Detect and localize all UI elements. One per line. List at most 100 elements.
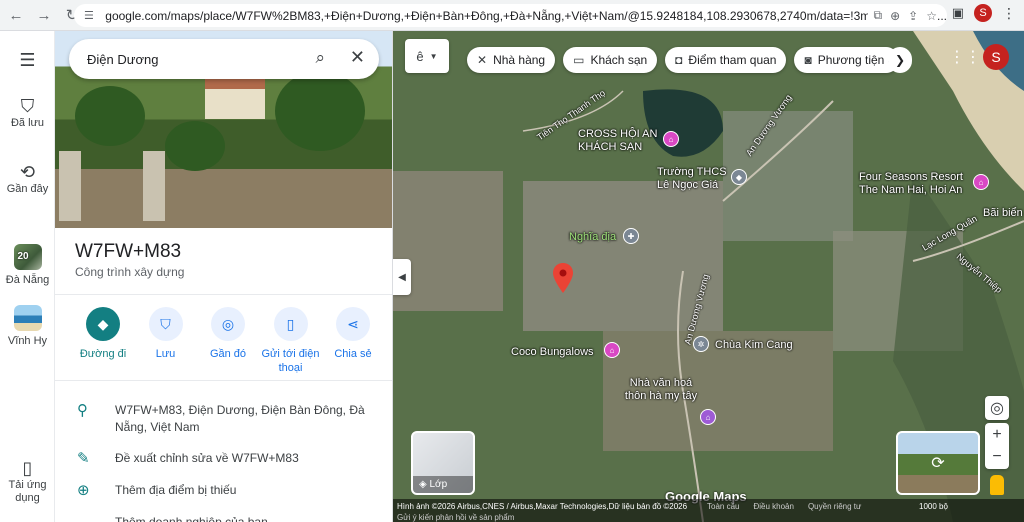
save-button[interactable]: ⛉ Lưu <box>136 307 196 375</box>
send-to-phone-icon: ▯ <box>273 307 308 341</box>
forward-icon[interactable]: → <box>32 3 56 27</box>
hotel-poi-icon[interactable]: ⌂ <box>604 342 620 358</box>
search-icon[interactable]: ⌕ <box>315 48 325 68</box>
poi-label[interactable]: Bãi biển <box>983 207 1023 220</box>
layers-text: Lớp <box>429 479 448 490</box>
scale-bar[interactable]: 1000 bộ <box>919 502 948 511</box>
saved-button[interactable]: ⛉ Đã lưu <box>0 95 55 129</box>
zoom-in-icon[interactable]: + <box>992 424 1001 446</box>
footer-links: Toàn cầu Điều khoản Quyền riêng tư <box>707 502 861 511</box>
recent-place-danang[interactable]: 20 Đà Nẵng <box>0 244 55 286</box>
chip-restaurants[interactable]: ✕ Nhà hàng <box>467 47 556 73</box>
recent-place-vinhhy[interactable]: Vĩnh Hy <box>0 305 55 347</box>
chips-next-button[interactable]: ❯ <box>888 47 912 73</box>
danang-label: Đà Nẵng <box>5 274 50 286</box>
poi-label[interactable]: Trường THCS Lê Ngọc Giá <box>657 166 737 192</box>
browser-right-controls: ▣ S ⋮ <box>952 4 1016 22</box>
place-title: W7FW+M83 <box>75 241 182 262</box>
address-text: W7FW+M83, Điện Dương, Điện Bàn Đông, Đà … <box>115 403 365 434</box>
chip-label: Nhà hàng <box>493 53 546 67</box>
place-category[interactable]: Công trình xây dựng <box>75 265 184 279</box>
back-icon[interactable]: ← <box>4 3 28 27</box>
cemetery-poi-icon[interactable]: ✚ <box>623 228 639 244</box>
share-page-icon[interactable]: ⇪ <box>908 9 918 23</box>
zoom-controls: + − <box>985 423 1009 469</box>
poi-label[interactable]: Nhà văn hoá thôn hà my tây <box>621 377 701 403</box>
poi-label[interactable]: Coco Bungalows <box>511 346 594 359</box>
account-avatar[interactable]: S <box>983 44 1009 70</box>
zoom-out-icon[interactable]: − <box>992 446 1001 468</box>
location-pin-icon[interactable] <box>553 263 573 293</box>
install-icon[interactable]: ⧉ <box>874 8 883 23</box>
share-label: Chia sẻ <box>334 348 372 360</box>
nearby-label: Gần đó <box>209 348 247 360</box>
suggest-edit-text: Đề xuất chỉnh sửa về W7FW+M83 <box>115 451 299 465</box>
omnibox-actions: ⧉ ⊕ ⇪ ☆ <box>867 4 937 27</box>
chip-label: Điểm tham quan <box>688 53 777 67</box>
browser-menu-icon[interactable]: ⋮ <box>1002 5 1016 22</box>
suggest-edit-row[interactable]: ✎ Đề xuất chỉnh sửa về W7FW+M83 <box>77 450 377 467</box>
search-input[interactable]: Điện Dương ⌕ ✕ <box>69 39 379 79</box>
share-button[interactable]: ⋖ Chia sẻ <box>323 307 383 375</box>
saved-label: Đã lưu <box>10 117 45 129</box>
poi-label[interactable]: Four Seasons Resort The Nam Hai, Hoi An <box>859 171 969 197</box>
street-view-thumbnail[interactable]: ⟳ <box>896 431 980 495</box>
feedback-link[interactable]: Gửi ý kiến phản hồi về sản phẩm <box>397 513 514 522</box>
layers-button[interactable]: ◈ Lớp <box>411 431 475 495</box>
send-to-phone-button[interactable]: ▯ Gửi tới điện thoại <box>261 307 321 375</box>
add-business-text: Thêm doanh nghiệp của bạn <box>115 515 268 522</box>
camera-icon: ◘ <box>675 53 683 67</box>
temple-poi-icon[interactable]: ✲ <box>693 336 709 352</box>
pegman-icon[interactable] <box>990 475 1004 495</box>
directions-button[interactable]: ◆ Đường đi <box>73 307 133 375</box>
footer-link-privacy[interactable]: Quyền riêng tư <box>808 502 861 511</box>
community-house-poi-icon[interactable]: ⌂ <box>700 409 716 425</box>
chip-transit[interactable]: ◙ Phương tiện c <box>794 47 900 73</box>
photo-pillar <box>59 151 81 221</box>
hotel-poi-icon[interactable]: ⌂ <box>973 174 989 190</box>
add-missing-place-row[interactable]: ⊕ Thêm địa điểm bị thiếu <box>77 482 377 499</box>
restaurant-icon: ✕ <box>477 53 488 67</box>
poi-label[interactable]: Nghĩa địa <box>569 231 616 244</box>
sidepanel-icon[interactable]: ▣ <box>952 5 964 21</box>
send-to-phone-label: Gửi tới điện thoại <box>261 348 320 374</box>
profile-avatar[interactable]: S <box>974 4 992 22</box>
share-icon: ⋖ <box>336 307 370 341</box>
my-location-button[interactable]: ◎ <box>985 396 1009 420</box>
address-bar[interactable]: ☰ google.com/maps/place/W7FW%2BM83,+Điện… <box>74 4 947 27</box>
footer-link-terms[interactable]: Điều khoản <box>753 502 793 511</box>
nearby-button[interactable]: ◎ Gần đó <box>198 307 258 375</box>
bookmark-star-icon[interactable]: ☆ <box>926 9 937 23</box>
chevron-left-icon: ◀ <box>398 271 406 283</box>
map-type-button[interactable]: ê ▼ <box>405 39 449 73</box>
get-app-button[interactable]: ▯ Tải ứng dụng <box>0 457 55 505</box>
zoom-icon[interactable]: ⊕ <box>890 9 900 23</box>
school-poi-icon[interactable]: ◆ <box>731 169 747 185</box>
rotate-360-icon: ⟳ <box>931 455 945 472</box>
collapse-panel-button[interactable]: ◀ <box>393 259 411 295</box>
map-type-label: ê <box>416 48 424 64</box>
close-icon[interactable]: ✕ <box>350 47 365 68</box>
layers-icon: ◈ <box>419 479 430 490</box>
menu-button[interactable]: ☰ <box>0 49 55 71</box>
layers-label: ◈ Lớp <box>413 476 473 493</box>
get-app-label: Tải ứng dụng <box>8 479 47 504</box>
storefront-icon: ▬ <box>77 514 115 522</box>
map-footer: Hình ảnh ©2026 Airbus,CNES / Airbus,Maxa… <box>393 499 1024 522</box>
bookmark-icon: ⛉ <box>148 307 183 341</box>
hotel-poi-icon[interactable]: ⌂ <box>663 131 679 147</box>
location-pin-icon: ⚲ <box>77 402 88 419</box>
add-business-row[interactable]: ▬ Thêm doanh nghiệp của bạn <box>77 514 377 522</box>
vinhhy-label: Vĩnh Hy <box>7 335 48 347</box>
poi-label[interactable]: Chùa Kim Cang <box>715 339 793 352</box>
map-canvas[interactable]: ê ▼ ◀ ✕ Nhà hàng ▭ Khách sạn ◘ Điểm tham… <box>393 31 1024 522</box>
chip-attractions[interactable]: ◘ Điểm tham quan <box>665 47 787 73</box>
address-row[interactable]: ⚲ W7FW+M83, Điện Dương, Điện Bàn Đông, Đ… <box>77 402 377 436</box>
chip-hotels[interactable]: ▭ Khách sạn <box>563 47 658 73</box>
footer-link-global[interactable]: Toàn cầu <box>707 502 739 511</box>
phone-icon: ▯ <box>22 458 33 478</box>
recent-button[interactable]: ⟲ Gần đây <box>0 161 55 195</box>
site-info-icon[interactable]: ☰ <box>84 9 99 22</box>
chip-label: Khách sạn <box>590 53 648 67</box>
chevron-right-icon: ❯ <box>894 53 906 67</box>
